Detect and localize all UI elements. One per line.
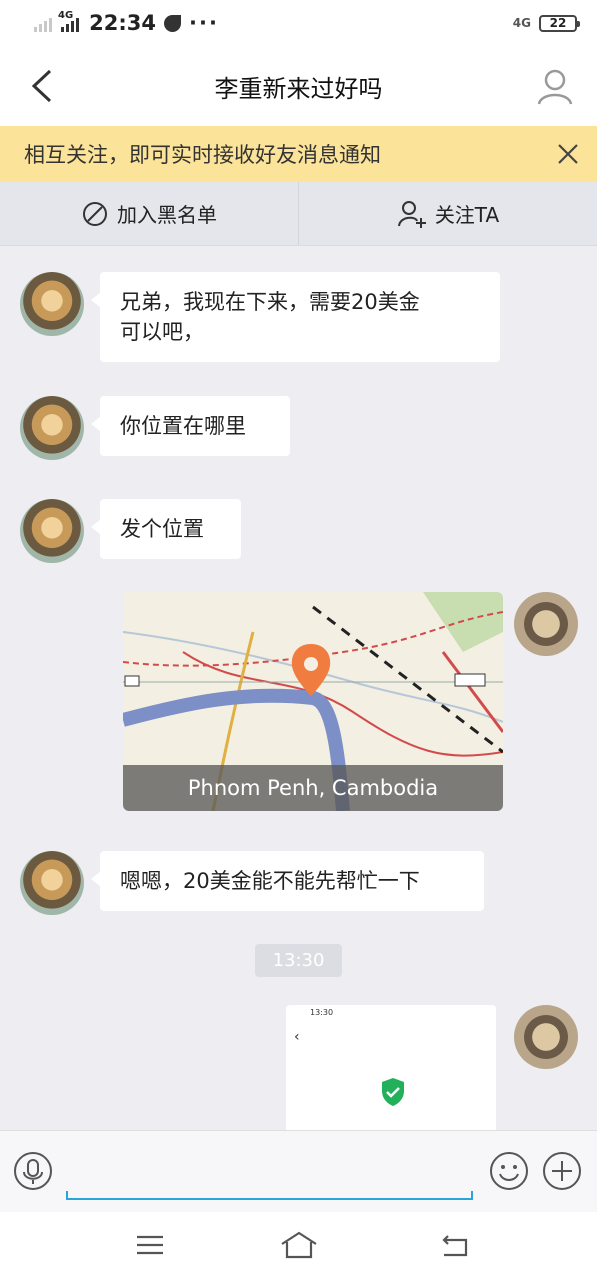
overflow-dots: ··· — [189, 11, 219, 35]
up-avatar[interactable] — [514, 1005, 578, 1069]
image-message[interactable]: 13:30 ‹ — [286, 1005, 496, 1133]
location-caption: Phnom Penh, Cambodia — [123, 765, 503, 811]
blacklist-label: 加入黑名单 — [117, 203, 217, 227]
network-type: 4G — [58, 9, 74, 21]
close-icon[interactable] — [555, 141, 581, 167]
girl-avatar[interactable] — [20, 272, 84, 336]
leaf-icon — [164, 14, 182, 32]
location-card[interactable]: Phnom Penh, Cambodia — [123, 592, 503, 811]
blacklist-button[interactable]: 加入黑名单 — [0, 182, 298, 245]
plus-icon[interactable] — [542, 1151, 582, 1191]
follow-label: 关注TA — [434, 203, 500, 227]
message-text: 发个位置 — [120, 517, 204, 541]
microphone-icon[interactable] — [13, 1151, 53, 1191]
status-time: 22:34 — [89, 11, 157, 35]
input-bar — [0, 1130, 597, 1212]
message-input[interactable] — [66, 1191, 473, 1200]
message-text-line: 兄弟，我现在下来，需要20美金 — [120, 290, 420, 314]
title-bar: 李重新来过好吗 — [0, 46, 597, 126]
return-icon[interactable] — [438, 1230, 472, 1260]
system-nav-bar — [0, 1212, 597, 1280]
message-bubble[interactable]: 发个位置 — [91, 499, 241, 559]
block-icon — [83, 201, 107, 226]
follow-notice: 相互关注，即可实时接收好友消息通知 — [0, 126, 597, 182]
message-bubble[interactable]: 兄弟，我现在下来，需要20美金 可以吧， — [91, 272, 500, 362]
message-bubble[interactable]: 你位置在哪里 — [91, 396, 290, 456]
mini-back-icon: ‹ — [294, 1029, 300, 1045]
action-row: 加入黑名单 关注TA — [0, 182, 597, 246]
message-bubble[interactable]: 嗯嗯，20美金能不能先帮忙一下 — [91, 851, 484, 911]
home-icon[interactable] — [280, 1230, 318, 1260]
shield-icon — [382, 1078, 404, 1106]
message-text: 你位置在哪里 — [120, 414, 246, 438]
girl-avatar[interactable] — [20, 851, 84, 915]
girl-avatar[interactable] — [20, 396, 84, 460]
battery-icon: 22 — [539, 14, 580, 32]
girl-avatar[interactable] — [20, 499, 84, 563]
back-chevron-icon[interactable] — [26, 68, 62, 104]
chat-title: 李重新来过好吗 — [214, 74, 383, 103]
emoji-icon[interactable] — [489, 1151, 529, 1191]
follow-button[interactable]: 关注TA — [298, 182, 597, 245]
message-text: 嗯嗯，20美金能不能先帮忙一下 — [120, 869, 420, 893]
signal-weak-icon — [34, 14, 52, 32]
timestamp-badge: 13:30 — [255, 944, 342, 977]
add-user-icon — [397, 200, 426, 228]
mini-time: 13:30 — [310, 1008, 334, 1017]
up-avatar[interactable] — [514, 592, 578, 656]
mini-status-bar: 13:30 — [286, 1005, 496, 1021]
right-network-type: 4G — [512, 16, 531, 30]
status-bar: 4G 22:34 ··· 4G 22 — [0, 0, 597, 46]
profile-icon[interactable] — [535, 66, 575, 106]
notice-text: 相互关注，即可实时接收好友消息通知 — [24, 143, 381, 167]
menu-icon[interactable] — [133, 1230, 167, 1260]
message-text-line: 可以吧， — [120, 320, 204, 344]
